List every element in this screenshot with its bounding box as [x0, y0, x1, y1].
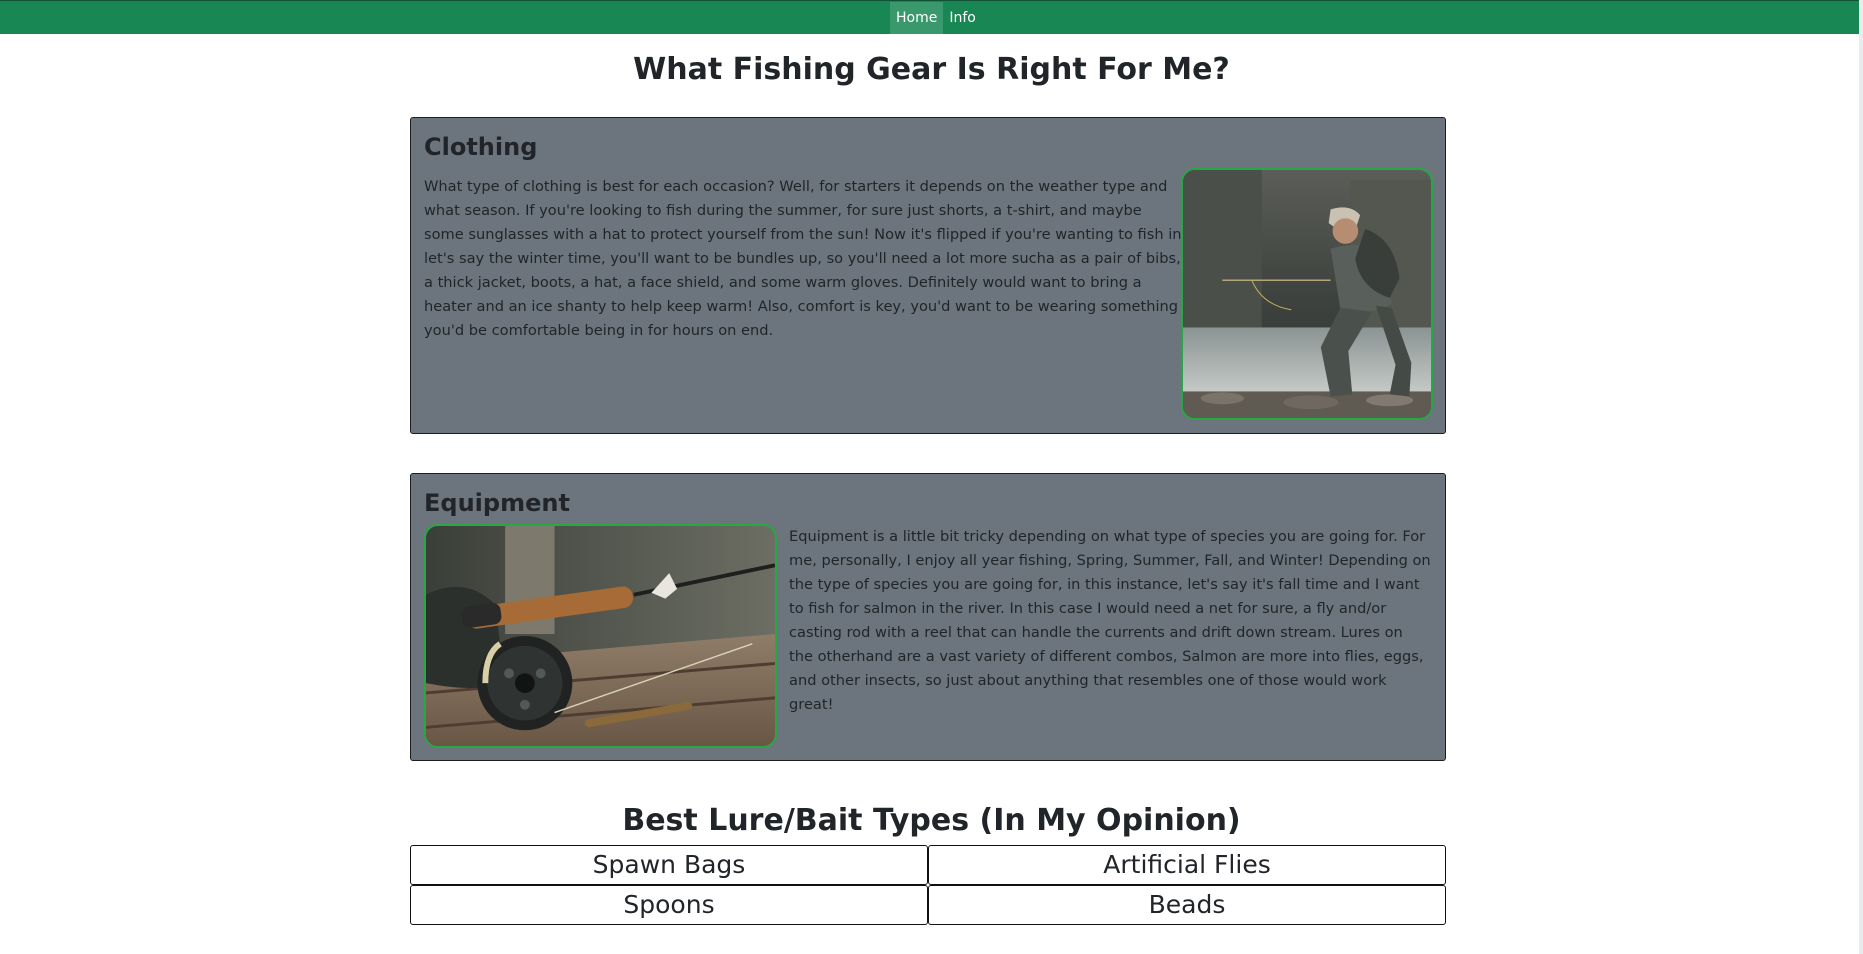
lure-grid: Spawn Bags Artificial Flies Spoons Beads [410, 845, 1446, 925]
lure-item-artificial-flies: Artificial Flies [928, 845, 1446, 885]
page-scrollbar[interactable] [1859, 0, 1863, 954]
angler-photo [1181, 168, 1433, 420]
lure-item-beads: Beads [928, 885, 1446, 925]
fly-reel-photo [424, 524, 777, 748]
clothing-text: What type of clothing is best for each o… [424, 178, 1182, 339]
lure-item-spoons: Spoons [410, 885, 928, 925]
main-nav: Home Info [890, 2, 982, 34]
lure-item-spawn-bags: Spawn Bags [410, 845, 928, 885]
clothing-heading: Clothing [424, 133, 538, 161]
page-title: What Fishing Gear Is Right For Me? [633, 52, 1230, 87]
lure-section-title: Best Lure/Bait Types (In My Opinion) [622, 803, 1241, 838]
nav-home-link[interactable]: Home [890, 2, 944, 34]
equipment-text: Equipment is a little bit tricky dependi… [789, 528, 1431, 713]
top-navbar: Home Info [0, 0, 1863, 34]
nav-info-link[interactable]: Info [943, 2, 982, 34]
equipment-card: Equipment Equipment is a little bit tric… [410, 473, 1446, 761]
equipment-heading: Equipment [424, 489, 570, 517]
clothing-card: Clothing What type of clothing is best f… [410, 117, 1446, 434]
